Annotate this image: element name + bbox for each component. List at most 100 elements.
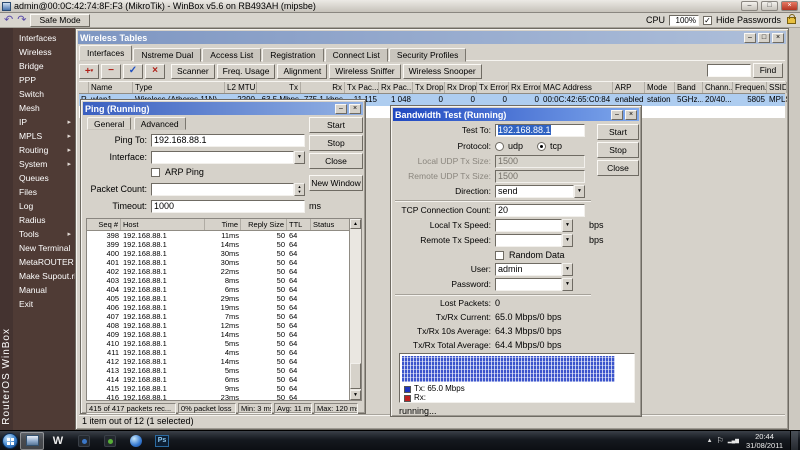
column-header-tx-drops[interactable]: Tx Drops [413, 82, 445, 93]
chevron-down-icon[interactable]: ▼ [562, 234, 573, 247]
sidebar-item-system[interactable]: System▸ [13, 157, 75, 171]
column-header-type[interactable]: Type [133, 82, 225, 93]
column-header-frequen[interactable]: Frequen... [733, 82, 767, 93]
close-button[interactable]: Close [597, 160, 639, 176]
minimize-button[interactable]: – [744, 33, 756, 43]
restore-button[interactable]: □ [758, 33, 770, 43]
ping-row[interactable]: 404192.168.88.16ms5064 [87, 285, 350, 294]
ping-row[interactable]: 402192.168.88.122ms5064 [87, 267, 350, 276]
close-button[interactable]: × [772, 33, 784, 43]
column-header-host[interactable]: Host [121, 219, 205, 230]
redo-icon[interactable]: ↷ [17, 14, 26, 27]
minimize-button[interactable]: – [335, 104, 347, 114]
bandwidth-titlebar[interactable]: Bandwidth Test (Running) – × [393, 108, 639, 121]
tab-nstreme-dual[interactable]: Nstreme Dual [133, 48, 201, 62]
local-tx-speed-input[interactable] [495, 219, 562, 232]
column-header-rx[interactable]: Rx [301, 82, 345, 93]
wireless-tables-titlebar[interactable]: Wireless Tables – □ × [78, 31, 786, 44]
sidebar-item-queues[interactable]: Queues [13, 171, 75, 185]
tab-interfaces[interactable]: Interfaces [79, 45, 132, 61]
sidebar-item-switch[interactable]: Switch [13, 87, 75, 101]
sidebar-item-wireless[interactable]: Wireless [13, 45, 75, 59]
ping-row[interactable]: 398192.168.88.111ms5064 [87, 231, 350, 240]
scroll-down-icon[interactable]: ▼ [350, 390, 361, 400]
sidebar-item-new-terminal[interactable]: New Terminal [13, 241, 75, 255]
ping-titlebar[interactable]: Ping (Running) – × [83, 102, 363, 115]
ping-row[interactable]: 407192.168.88.17ms5064 [87, 312, 350, 321]
sidebar-item-tools[interactable]: Tools▸ [13, 227, 75, 241]
chevron-down-icon[interactable]: ▼ [562, 219, 573, 232]
taskbar-icon-photoshop[interactable]: Ps [150, 432, 174, 450]
clock[interactable]: 20:44 31/08/2011 [743, 432, 786, 450]
close-button[interactable]: × [625, 110, 637, 120]
ping-row[interactable]: 410192.168.88.15ms5064 [87, 339, 350, 348]
protocol-tcp-radio[interactable] [537, 142, 546, 151]
test-to-input[interactable]: 192.168.88.1 [495, 124, 585, 137]
ping-row[interactable]: 406192.168.88.119ms5064 [87, 303, 350, 312]
disable-button[interactable]: × [145, 64, 165, 79]
random-data-checkbox[interactable] [495, 251, 504, 260]
sidebar-item-ppp[interactable]: PPP [13, 73, 75, 87]
minimize-button[interactable]: – [741, 1, 758, 11]
sidebar-item-metarouter[interactable]: MetaROUTER [13, 255, 75, 269]
password-input[interactable] [495, 278, 562, 291]
start-button[interactable]: Start [597, 124, 639, 140]
ping-to-input[interactable]: 192.168.88.1 [151, 134, 305, 147]
ping-row[interactable]: 400192.168.88.130ms5064 [87, 249, 350, 258]
close-button[interactable]: × [349, 104, 361, 114]
tcp-count-input[interactable]: 20 [495, 204, 585, 217]
find-input[interactable] [707, 64, 751, 77]
column-header-seq[interactable]: Seq # [87, 219, 121, 230]
tray-expand-icon[interactable]: ▲ [707, 438, 713, 444]
scanner-button[interactable]: Scanner [171, 64, 215, 79]
protocol-udp-radio[interactable] [495, 142, 504, 151]
ping-row[interactable]: 413192.168.88.15ms5064 [87, 366, 350, 375]
tab-connect-list[interactable]: Connect List [325, 48, 388, 62]
taskbar-icon-browser[interactable] [124, 432, 148, 450]
enable-button[interactable]: ✓ [123, 64, 143, 79]
ping-row[interactable]: 405192.168.88.129ms5064 [87, 294, 350, 303]
column-header-name[interactable]: Name [89, 82, 133, 93]
ping-row[interactable]: 401192.168.88.130ms5064 [87, 258, 350, 267]
taskbar-icon-app2[interactable] [98, 432, 122, 450]
column-header-tx-errors[interactable]: Tx Errors [477, 82, 509, 93]
stop-button[interactable]: Stop [597, 142, 639, 158]
sidebar-item-make-supout-rif[interactable]: Make Supout.rif [13, 269, 75, 283]
tab-advanced[interactable]: Advanced [134, 117, 186, 130]
taskbar-icon-winbox[interactable] [20, 432, 44, 450]
action-center-flag-icon[interactable]: ⚐ [717, 436, 724, 445]
ping-row[interactable]: 411192.168.88.14ms5064 [87, 348, 350, 357]
column-header-time[interactable]: Time [205, 219, 241, 230]
spinner-icon[interactable]: ▲▼ [294, 183, 305, 196]
scroll-up-icon[interactable]: ▲ [350, 219, 361, 229]
undo-icon[interactable]: ↶ [4, 14, 13, 27]
start-button[interactable]: Start [309, 117, 363, 133]
column-header-tx[interactable]: Tx [257, 82, 301, 93]
timeout-input[interactable]: 1000 [151, 200, 305, 213]
chevron-down-icon[interactable]: ▼ [562, 263, 573, 276]
maximize-button[interactable]: □ [761, 1, 778, 11]
chevron-down-icon[interactable]: ▼ [574, 185, 585, 198]
ping-row[interactable]: 408192.168.88.112ms5064 [87, 321, 350, 330]
add-button[interactable]: +▾ [79, 64, 99, 79]
ping-row[interactable]: 409192.168.88.114ms5064 [87, 330, 350, 339]
column-header-chann[interactable]: Chann... [703, 82, 733, 93]
ping-row[interactable]: 403192.168.88.18ms5064 [87, 276, 350, 285]
hide-passwords-checkbox[interactable]: ✓ [703, 16, 712, 25]
tab-registration[interactable]: Registration [262, 48, 323, 62]
user-input[interactable]: admin [495, 263, 562, 276]
sidebar-item-files[interactable]: Files [13, 185, 75, 199]
freq-usage-button[interactable]: Freq. Usage [217, 64, 276, 79]
scroll-thumb[interactable] [350, 363, 361, 389]
tab-access-list[interactable]: Access List [202, 48, 261, 62]
ping-row[interactable]: 416192.168.88.123ms5064 [87, 393, 350, 400]
close-button[interactable]: Close [309, 153, 363, 169]
taskbar-icon-app1[interactable] [72, 432, 96, 450]
tab-general[interactable]: General [87, 117, 131, 130]
sidebar-item-radius[interactable]: Radius [13, 213, 75, 227]
taskbar-icon-word[interactable]: W [46, 432, 70, 450]
remove-button[interactable]: − [101, 64, 121, 79]
column-header-rx-drops[interactable]: Rx Drops [445, 82, 477, 93]
column-header-mac-address[interactable]: MAC Address [541, 82, 613, 93]
column-header-l2-mtu[interactable]: L2 MTU [225, 82, 257, 93]
